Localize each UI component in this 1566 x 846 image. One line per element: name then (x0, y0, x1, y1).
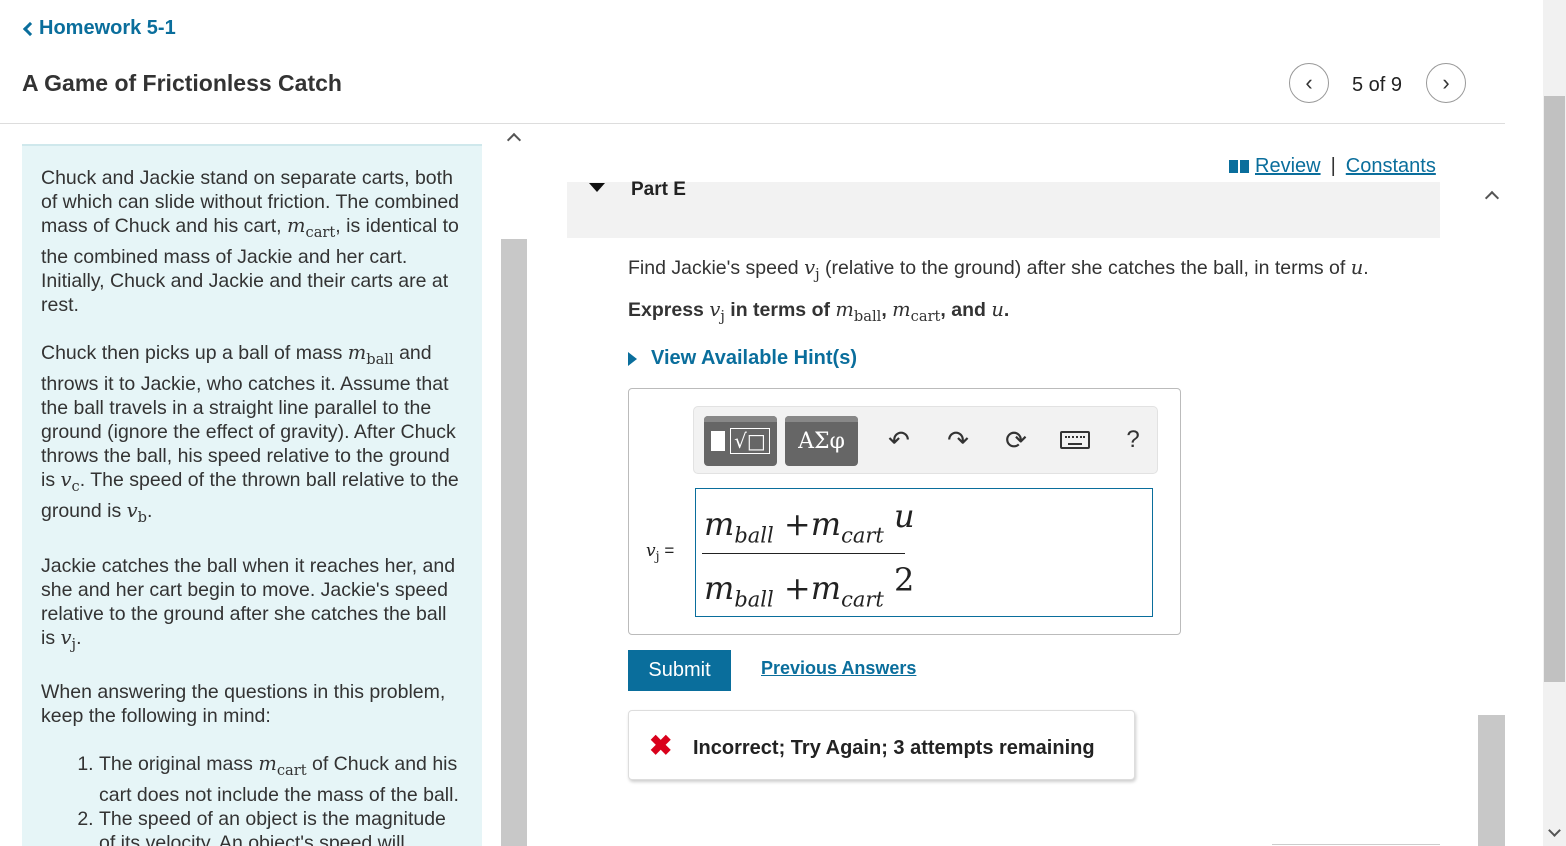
intro-paragraph: Chuck and Jackie stand on separate carts… (41, 166, 464, 317)
intro-paragraph: Jackie catches the ball when it reaches … (41, 554, 464, 657)
back-link-label: Homework 5-1 (39, 17, 176, 39)
book-icon (1229, 160, 1249, 173)
previous-answers-link[interactable]: Previous Answers (761, 658, 916, 679)
intro-text: . (147, 499, 153, 522)
caret-right-icon (628, 351, 637, 366)
chevron-up-icon[interactable] (505, 129, 521, 145)
undo-icon[interactable]: ↶ (884, 425, 914, 455)
panel-divider[interactable] (501, 124, 527, 846)
previous-item-button[interactable]: ‹ (1289, 63, 1329, 103)
template-block-icon (711, 431, 726, 451)
chevron-up-icon[interactable] (1484, 188, 1498, 202)
back-to-assignment-link[interactable]: Homework 5-1 (22, 17, 176, 40)
incorrect-icon: ✖ (649, 730, 673, 761)
answer-variable-label: vj = (646, 541, 675, 565)
content-scroll-thumb[interactable] (1478, 715, 1505, 846)
problem-intro-panel: Chuck and Jackie stand on separate carts… (22, 144, 482, 846)
collapse-triangle-icon[interactable] (589, 183, 605, 192)
math-var: mcart (287, 214, 336, 241)
page-title: A Game of Frictionless Catch (22, 70, 342, 96)
chevron-down-icon[interactable] (1548, 826, 1560, 838)
divider-scroll-thumb[interactable] (501, 239, 527, 846)
next-item-button[interactable]: › (1426, 63, 1466, 103)
intro-notes-list: The original mass mcart of Chuck and his… (79, 752, 464, 846)
header-divider (0, 123, 1505, 124)
review-link[interactable]: Review (1255, 155, 1321, 178)
math-var: vc (60, 467, 80, 495)
chevron-left-icon (22, 21, 38, 36)
redo-icon[interactable]: ↷ (943, 425, 973, 455)
window-scroll-thumb[interactable] (1544, 96, 1565, 682)
keyboard-icon[interactable] (1057, 425, 1093, 455)
answer-box: √□ ΑΣφ ↶ ↷ ⟳ ? vj = mball +mcart u mball… (628, 388, 1181, 635)
review-links: Review | Constants (1229, 155, 1436, 178)
express-instruction: Express vj in terms of mball, mcart, and… (628, 298, 1010, 325)
chevron-right-icon: › (1442, 70, 1450, 95)
content-scrollbar[interactable] (1478, 180, 1505, 846)
intro-paragraph: When answering the questions in this pro… (41, 681, 446, 728)
part-header[interactable] (567, 182, 1440, 238)
fraction-numerator: mball +mcart u (704, 497, 915, 548)
math-var: vj (60, 625, 77, 653)
help-button[interactable]: ? (1118, 425, 1148, 455)
window-scrollbar[interactable] (1543, 0, 1566, 846)
list-item: The original mass mcart of Chuck and his… (99, 752, 464, 807)
intro-text: . (76, 626, 82, 649)
math-toolbar: √□ ΑΣφ ↶ ↷ ⟳ ? (693, 406, 1158, 474)
symbols-button[interactable]: ΑΣφ (785, 416, 858, 466)
chevron-left-icon: ‹ (1305, 70, 1313, 95)
intro-paragraph: Chuck then picks up a ball of mass mball… (41, 341, 464, 530)
templates-button[interactable]: √□ (704, 416, 777, 466)
feedback-text: Incorrect; Try Again; 3 attempts remaini… (693, 737, 1095, 759)
constants-link[interactable]: Constants (1346, 155, 1436, 178)
reset-icon[interactable]: ⟳ (1001, 425, 1031, 455)
fraction-denominator: mball +mcart 2 (704, 561, 915, 612)
divider-line (1272, 844, 1440, 845)
intro-text: Chuck then picks up a ball of mass (41, 341, 348, 364)
link-separator: | (1330, 155, 1336, 177)
view-hints-link[interactable]: View Available Hint(s) (628, 347, 857, 370)
feedback-box: ✖ Incorrect; Try Again; 3 attempts remai… (628, 710, 1135, 780)
hint-label: View Available Hint(s) (651, 347, 857, 369)
part-label: Part E (631, 179, 686, 200)
equation-input-field[interactable]: mball +mcart u mball +mcart 2 (695, 488, 1153, 617)
sqrt-icon: √□ (730, 428, 770, 454)
math-var: vb (126, 498, 148, 526)
symbols-label: ΑΣφ (798, 428, 845, 454)
pager-position: 5 of 9 (1352, 74, 1403, 96)
intro-text: . The speed of the thrown ball relative … (41, 468, 459, 522)
question-text: Find Jackie's speed vj (relative to the … (628, 256, 1369, 283)
submit-button[interactable]: Submit (628, 650, 731, 691)
fraction-bar (702, 553, 905, 554)
list-item: The speed of an object is the magnitude … (99, 807, 464, 846)
intro-text: Jackie catches the ball when it reaches … (41, 554, 456, 649)
math-var: mball (347, 340, 394, 368)
